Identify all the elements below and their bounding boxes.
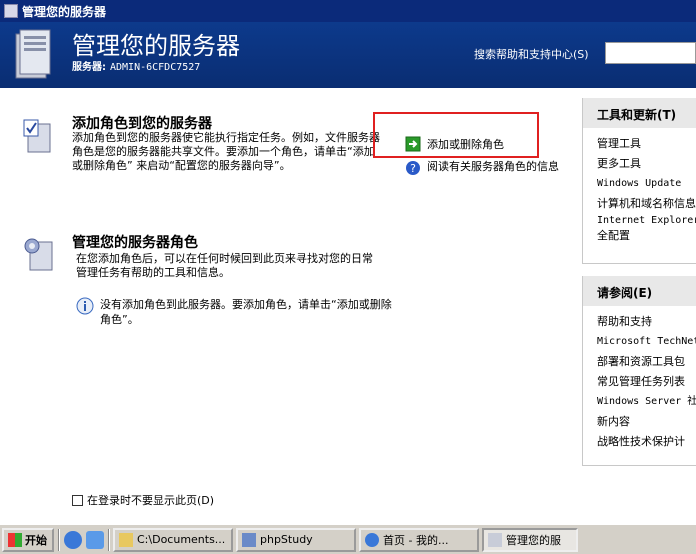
page-header: 管理您的服务器 服务器: ADMIN-6CFDC7527 搜索帮助和支持中心(S) <box>0 22 696 88</box>
windows-flag-icon <box>8 532 22 547</box>
task-label: 管理您的服 <box>506 533 561 547</box>
ie-quicklaunch-icon[interactable] <box>64 530 82 549</box>
tools-item-more[interactable]: 更多工具 <box>583 154 696 174</box>
start-label: 开始 <box>25 533 47 547</box>
info-icon <box>76 297 94 315</box>
no-role-info: 没有添加角色到此服务器。要添加角色，请单击“添加或删除角色”。 <box>76 297 396 327</box>
dont-show-label: 在登录时不要显示此页(D) <box>87 494 215 507</box>
task-label: C:\Documents... <box>137 533 226 546</box>
server-icon <box>15 29 51 79</box>
green-arrow-icon <box>405 136 421 152</box>
read-role-info-link[interactable]: ? 阅读有关服务器角色的信息 <box>405 160 565 176</box>
server-info: 服务器: ADMIN-6CFDC7527 <box>72 58 200 73</box>
manage-role-title: 管理您的服务器角色 <box>72 235 198 251</box>
see-also-panel: 请参阅(E) 帮助和支持 Microsoft TechNet 部署和资源工具包 … <box>582 276 696 466</box>
taskbar-separator <box>58 528 60 551</box>
explorer-quicklaunch-icon[interactable] <box>86 530 104 549</box>
dont-show-checkbox[interactable] <box>72 494 83 506</box>
tools-item-computer-domain[interactable]: 计算机和域名称信息 <box>583 194 696 214</box>
svg-text:?: ? <box>410 162 416 175</box>
see-also-item-technet[interactable]: Microsoft TechNet <box>583 332 696 352</box>
tools-item-windows-update[interactable]: Windows Update <box>583 174 696 194</box>
manage-role-icon <box>24 238 53 271</box>
see-also-item-whats-new[interactable]: 新内容 <box>583 412 696 432</box>
help-icon: ? <box>406 161 420 175</box>
window-title: 管理您的服务器 <box>22 4 107 19</box>
read-role-info-label: 阅读有关服务器角色的信息 <box>427 160 559 173</box>
task-phpstudy[interactable]: phpStudy <box>236 527 356 552</box>
phpstudy-icon <box>242 532 256 547</box>
add-remove-role-label: 添加或删除角色 <box>427 138 504 151</box>
app-icon <box>4 4 18 18</box>
see-also-item-help[interactable]: 帮助和支持 <box>583 312 696 332</box>
manage-role-description: 在您添加角色后，可以在任何时候回到此页来寻找对您的日常管理任务有帮助的工具和信息… <box>76 252 373 279</box>
server-name: ADMIN-6CFDC7527 <box>110 62 201 73</box>
add-remove-role-link[interactable]: 添加或删除角色 <box>405 136 504 152</box>
task-documents[interactable]: C:\Documents... <box>113 527 233 552</box>
page-title: 管理您的服务器 <box>72 32 240 60</box>
see-also-item-admin-tasks[interactable]: 常见管理任务列表 <box>583 372 696 392</box>
taskbar-separator <box>108 528 110 551</box>
add-role-description: 添加角色到您的服务器使它能执行指定任务。例如，文件服务器 角色是您的服务器能共享… <box>72 131 380 172</box>
folder-icon <box>119 532 133 547</box>
start-button[interactable]: 开始 <box>2 527 54 552</box>
tools-header: 工具和更新(T) <box>583 98 696 128</box>
tools-item-ie[interactable]: Internet Explorer <box>583 214 696 228</box>
see-also-item-resource-kit[interactable]: 部署和资源工具包 <box>583 352 696 372</box>
task-label: phpStudy <box>260 533 313 546</box>
tools-item-ie-config[interactable]: 全配置 <box>583 228 696 244</box>
server-small-icon <box>488 532 502 547</box>
see-also-header: 请参阅(E) <box>583 276 696 306</box>
window-titlebar: 管理您的服务器 <box>0 0 696 22</box>
server-label: 服务器: <box>72 62 106 73</box>
tools-panel: 工具和更新(T) 管理工具 更多工具 Windows Update 计算机和域名… <box>582 98 696 264</box>
search-input[interactable] <box>605 42 696 64</box>
dont-show-option[interactable]: 在登录时不要显示此页(D) <box>72 492 214 508</box>
see-also-item-windows-server[interactable]: Windows Server 社 <box>583 392 696 412</box>
see-also-item-security[interactable]: 战略性技术保护计 <box>583 432 696 452</box>
add-role-title: 添加角色到您的服务器 <box>72 116 212 132</box>
task-homepage[interactable]: 首页 - 我的... <box>359 527 479 552</box>
task-manage-server[interactable]: 管理您的服 <box>482 527 578 552</box>
no-role-text: 没有添加角色到此服务器。要添加角色，请单击“添加或删除角色”。 <box>100 298 392 326</box>
tools-item-admin[interactable]: 管理工具 <box>583 134 696 154</box>
taskbar: 开始 C:\Documents... phpStudy 首页 - 我的... 管… <box>0 524 696 554</box>
add-role-icon <box>23 119 51 153</box>
ie-icon <box>365 532 379 547</box>
task-label: 首页 - 我的... <box>383 533 449 547</box>
search-label: 搜索帮助和支持中心(S) <box>474 48 589 61</box>
